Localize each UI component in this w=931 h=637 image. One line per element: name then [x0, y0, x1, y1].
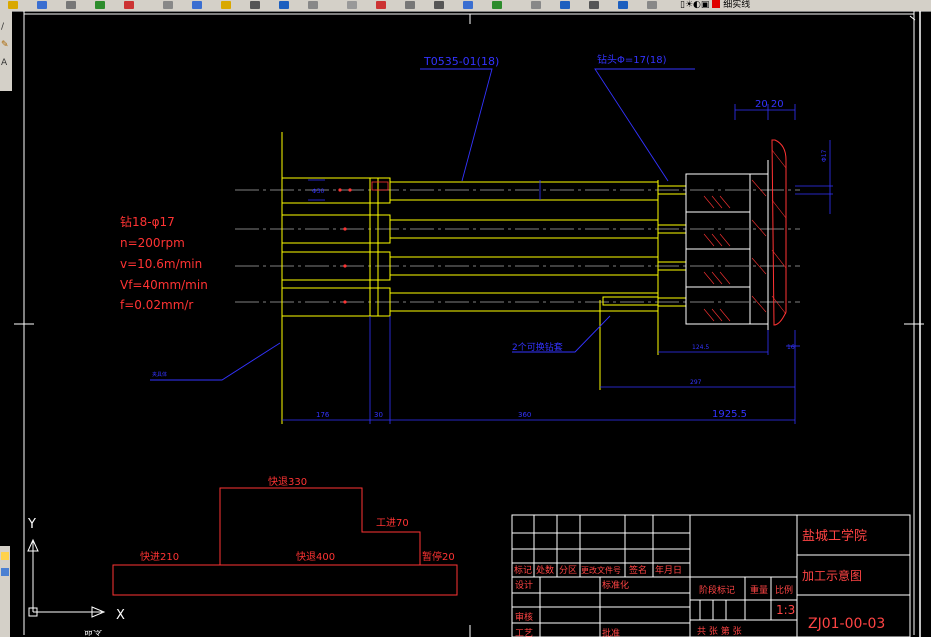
preview-icon[interactable]	[93, 0, 107, 10]
ucs-x-label: X	[116, 608, 125, 623]
ucs-y-label: Y	[27, 517, 36, 532]
undo-icon[interactable]	[277, 0, 291, 10]
drawing-name: 加工示意图	[802, 568, 862, 583]
ratio-label: 比例	[775, 584, 793, 596]
dim-text: 30	[374, 411, 383, 419]
header-cell: 签名	[629, 564, 647, 576]
tool-palettes-icon[interactable]	[529, 0, 543, 10]
fast-back-label: 快退330	[268, 476, 307, 488]
match-properties-icon[interactable]	[248, 0, 262, 10]
param-line: f=0.02mm/r	[120, 298, 193, 312]
design-center-icon[interactable]	[490, 0, 504, 10]
param-line: 钻18-φ17	[120, 214, 175, 229]
layer-dropdown[interactable]: ▯☀◐▣ 细实线	[680, 0, 810, 10]
dim-text: 124.5	[692, 344, 709, 351]
layer-state-icons: ▯☀◐▣	[680, 0, 713, 10]
row-approve: 批准	[602, 627, 620, 637]
header-cell: 更改文件号	[581, 565, 621, 575]
workpiece-profile	[771, 139, 787, 326]
layer-manager-icon[interactable]	[645, 0, 659, 10]
properties-icon[interactable]	[461, 0, 475, 10]
work-feed-label: 工进70	[376, 517, 409, 529]
stage-mark: 阶段标记	[699, 584, 735, 596]
weight-label: 重量	[750, 584, 768, 596]
row-design: 设计	[515, 579, 533, 591]
scale-value: 1:3	[776, 603, 795, 617]
help-icon[interactable]	[616, 0, 630, 10]
fixture-body	[685, 160, 769, 330]
fixture-label: 夹具体	[152, 371, 167, 378]
spindle-assembly	[281, 132, 687, 424]
pan-icon[interactable]	[345, 0, 359, 10]
dim-text: 176	[316, 411, 330, 419]
command-line[interactable]: 命令	[84, 630, 102, 637]
dim-text: 16	[787, 344, 795, 351]
layer-name: 细实线	[723, 0, 751, 10]
title-block-texts: 标记 处数 分区 更改文件号 签名 年月日 设计 标准化 审核 工艺 批准 阶段…	[514, 528, 885, 637]
header-cell: 处数	[536, 564, 554, 576]
cutting-params: 钻18-φ17 n=200rpm v=10.6m/min Vf=40mm/min…	[120, 214, 208, 312]
row-standard: 标准化	[602, 579, 629, 591]
zoom-window-icon[interactable]	[403, 0, 417, 10]
leader-lines	[150, 68, 695, 381]
dim-text: Φ30	[312, 188, 325, 195]
copy-icon[interactable]	[190, 0, 204, 10]
sheets-label: 共 张 第 张	[697, 625, 742, 637]
dim-text: 20 20	[755, 99, 784, 110]
ucs-icon	[27, 538, 106, 618]
center-lines	[235, 189, 800, 303]
cut-icon[interactable]	[161, 0, 175, 10]
param-line: n=200rpm	[120, 236, 185, 250]
redo-icon[interactable]	[306, 0, 320, 10]
stay-label: 暂停20	[422, 550, 455, 563]
param-line: v=10.6m/min	[120, 257, 202, 271]
row-craft: 工艺	[515, 628, 533, 637]
travel-labels: 快退330 工进70 快进210 快退400 暂停20	[140, 476, 455, 563]
header-cell: 分区	[559, 565, 577, 576]
cad-drawing-area[interactable]: T0535-01(18) 钻头Φ=17(18) 夹具体 2个可换钻套 钻18-φ…	[0, 11, 931, 637]
school-name: 盐城工学院	[802, 528, 867, 544]
drawing-frame	[14, 11, 924, 637]
header-cell: 年月日	[655, 564, 682, 576]
param-line: Vf=40mm/min	[120, 278, 208, 292]
dim-text: 297	[690, 379, 702, 386]
drawing-number: ZJ01-00-03	[808, 616, 885, 632]
markup-icon[interactable]	[558, 0, 572, 10]
dim-text: 360	[518, 411, 531, 419]
tool-label: T0535-01(18)	[423, 55, 499, 68]
dim-text: 1925.5	[712, 409, 747, 420]
dimension-texts: 20 20 Φ17 176 30 360 1925.5 124.5 297 16…	[312, 99, 828, 420]
open-icon[interactable]	[6, 0, 20, 10]
fast-back2-label: 快退400	[296, 551, 335, 563]
header-cell: 标记	[514, 564, 532, 576]
layer-color-swatch	[712, 0, 721, 8]
zoom-realtime-icon[interactable]	[374, 0, 388, 10]
fast-forward-label: 快进210	[140, 551, 179, 563]
drill-label: 钻头Φ=17(18)	[597, 53, 667, 66]
row-review: 审核	[515, 611, 533, 623]
publish-icon[interactable]	[122, 0, 136, 10]
command-prompt: 命令	[84, 630, 103, 637]
zoom-previous-icon[interactable]	[432, 0, 446, 10]
calculator-icon[interactable]	[587, 0, 601, 10]
print-icon[interactable]	[64, 0, 78, 10]
travel-diagram	[112, 487, 458, 596]
dim-text: Φ17	[821, 149, 828, 162]
paste-icon[interactable]	[219, 0, 233, 10]
bush-label: 2个可换钻套	[512, 341, 563, 353]
save-icon[interactable]	[35, 0, 49, 10]
